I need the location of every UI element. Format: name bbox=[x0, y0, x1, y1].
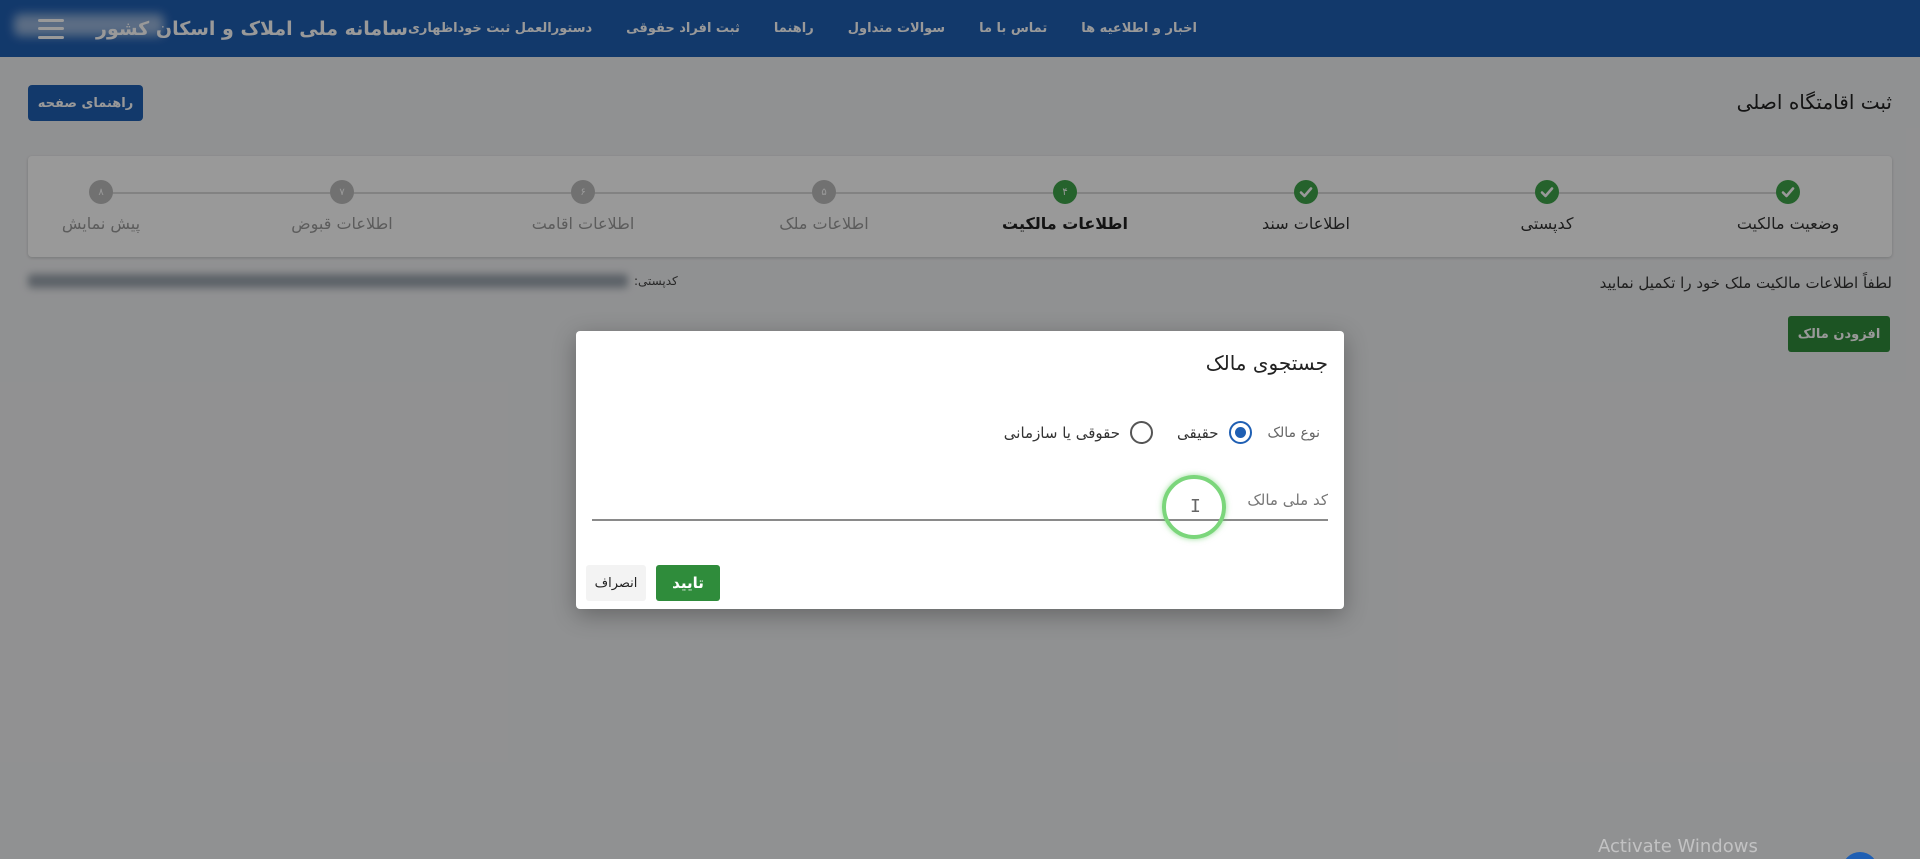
owner-type-group: نوع مالک حقیقی حقوقی یا سازمانی bbox=[990, 421, 1320, 444]
radio-natural-person[interactable] bbox=[1228, 421, 1252, 444]
national-code-field-wrapper bbox=[592, 481, 1328, 521]
national-code-input[interactable] bbox=[592, 481, 1328, 519]
confirm-button[interactable]: تایید bbox=[656, 565, 720, 601]
radio-legal-entity[interactable] bbox=[1130, 421, 1154, 444]
dialog-title: جستجوی مالک bbox=[1205, 351, 1328, 375]
radio-legal-entity-label[interactable]: حقوقی یا سازمانی bbox=[1004, 424, 1120, 442]
windows-activation-watermark: Activate Windows bbox=[1598, 836, 1758, 857]
owner-type-label: نوع مالک bbox=[1267, 424, 1321, 441]
cancel-button[interactable]: انصراف bbox=[586, 565, 646, 601]
radio-natural-person-label[interactable]: حقیقی bbox=[1177, 424, 1218, 442]
owner-search-dialog: جستجوی مالک نوع مالک حقیقی حقوقی یا سازم… bbox=[576, 331, 1344, 609]
